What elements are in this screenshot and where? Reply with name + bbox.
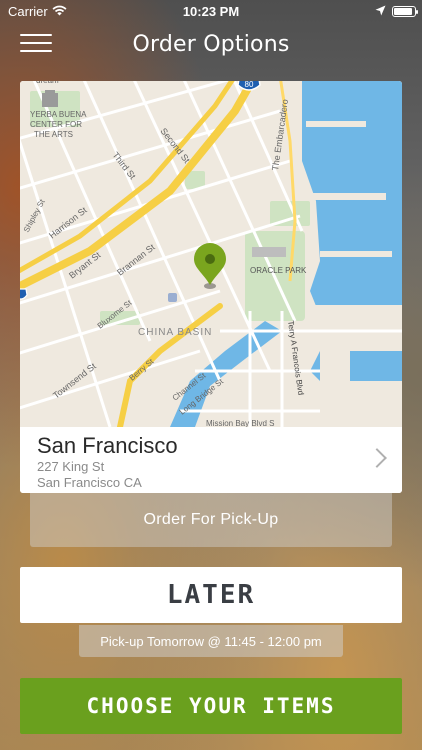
address-line-1: 227 King St (37, 459, 105, 474)
nav-bar: Order Options (0, 22, 422, 66)
location-arrow-icon (375, 4, 386, 19)
later-button[interactable]: LATER (20, 567, 402, 623)
location-name: San Francisco (37, 433, 178, 458)
battery-icon (392, 5, 418, 17)
map-label-yerba: YERBA BUENA (30, 110, 87, 119)
map-label-yerba3: THE ARTS (34, 130, 73, 139)
location-card: 80 YERBA BUENA CENTER FOR THE ARTS dream… (20, 81, 402, 493)
map-label-yerba2: CENTER FOR (30, 120, 82, 129)
map-label-dream: dream (36, 81, 59, 85)
hamburger-menu-icon[interactable] (20, 34, 52, 54)
map-label-mission-bay: Mission Bay Blvd S (206, 419, 274, 427)
transit-icon (168, 293, 177, 302)
status-bar: Carrier 10:23 PM (0, 0, 422, 22)
oracle-park-building (252, 247, 286, 257)
map[interactable]: 80 YERBA BUENA CENTER FOR THE ARTS dream… (20, 81, 402, 427)
carrier-label: Carrier (8, 3, 48, 19)
highway-number: 80 (245, 81, 254, 89)
address-line-2: San Francisco CA (37, 475, 142, 490)
page-title: Order Options (132, 31, 290, 57)
pickup-time-label: Pick-up Tomorrow @ 11:45 - 12:00 pm (79, 625, 343, 657)
map-label-oracle: ORACLE PARK (250, 266, 307, 275)
order-type-button[interactable]: Order For Pick-Up (30, 493, 392, 547)
choose-items-button[interactable]: CHOOSE YOUR ITEMS (20, 678, 402, 734)
wifi-icon (52, 4, 67, 19)
location-row[interactable]: San Francisco 227 King St San Francisco … (20, 427, 402, 493)
status-right (375, 4, 418, 19)
map-label-china-basin: CHINA BASIN (138, 327, 212, 338)
status-left: Carrier (8, 4, 67, 19)
